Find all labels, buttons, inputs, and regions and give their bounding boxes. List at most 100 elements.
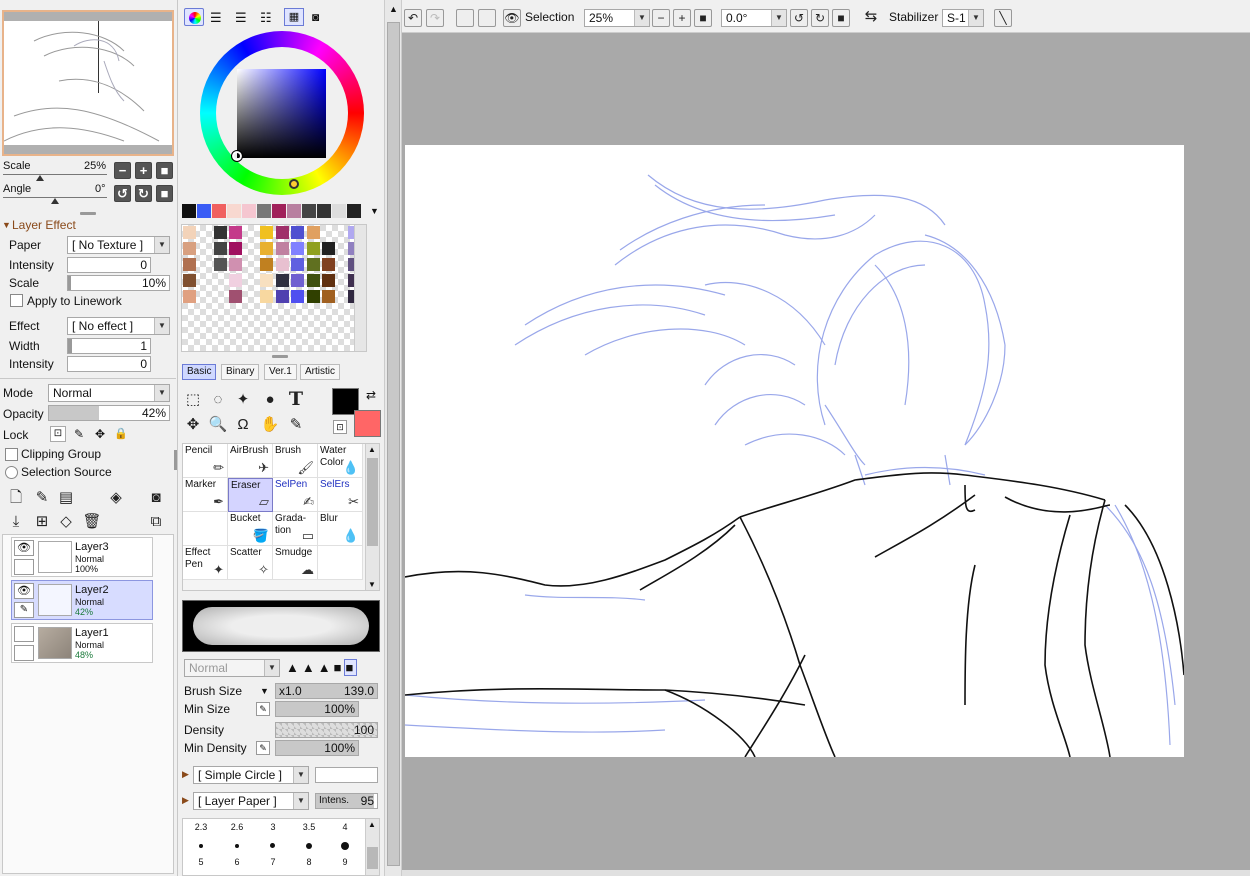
tools-scrollbar[interactable]: ▲ <box>384 0 402 876</box>
undo-button[interactable]: ↶ <box>404 9 422 27</box>
swatch[interactable] <box>227 204 241 218</box>
scale-effect-slider[interactable]: 10% <box>67 275 170 291</box>
move-tool-icon[interactable]: ✥ <box>183 415 203 435</box>
color-wheel[interactable] <box>200 31 364 195</box>
size-preset[interactable]: 2.6 <box>219 822 255 840</box>
rect-select-icon[interactable]: ⬚ <box>183 390 203 410</box>
canvas-hscrollbar[interactable] <box>402 870 1250 876</box>
tool-blur[interactable]: Blur 💧 <box>318 512 363 546</box>
tool-pencil[interactable]: Pencil ✏ <box>183 444 228 478</box>
density-slider[interactable]: 100 <box>275 722 378 738</box>
recent-colors-menu-icon[interactable]: ▼ <box>370 206 379 216</box>
panel-grip[interactable] <box>272 355 288 358</box>
toolbar-rotate-cw-button[interactable]: ↻ <box>811 9 829 27</box>
sv-cursor-icon[interactable] <box>231 150 243 162</box>
tool-airbrush[interactable]: AirBrush ✈ <box>228 444 273 478</box>
effect-select[interactable]: [ No effect ] ▼ <box>67 317 170 335</box>
shape-4-icon[interactable]: ■ <box>334 660 345 675</box>
secondary-color-swatch[interactable] <box>354 410 381 437</box>
eye-icon[interactable]: 👁 <box>14 583 34 599</box>
brush-size-slider[interactable]: x1.0 139.0 <box>275 683 378 699</box>
list-slider-icon[interactable]: ☷ <box>260 10 272 26</box>
swatch[interactable] <box>182 204 196 218</box>
intensity2-slider[interactable]: 0 <box>67 356 151 372</box>
tool-bucket[interactable]: Bucket 🪣 <box>228 512 273 546</box>
scroll-up-icon[interactable]: ▲ <box>389 4 398 14</box>
new-folder-icon[interactable]: ▤ <box>56 488 76 508</box>
tool-selpen[interactable]: SelPen ✍ <box>273 478 318 512</box>
shape-5-icon[interactable]: ■ <box>344 659 358 676</box>
merge-down-icon[interactable]: ⤓ <box>6 512 26 532</box>
brush-texture-select[interactable]: [ Layer Paper ] ▼ <box>193 792 309 810</box>
shape-2-icon[interactable]: ▲ <box>302 660 318 675</box>
zoom-in-button[interactable]: + <box>135 162 152 179</box>
selection-visibility-button[interactable]: 👁 <box>503 9 521 27</box>
swatch[interactable] <box>302 204 316 218</box>
lock-pen-icon[interactable]: ✎ <box>71 426 87 442</box>
brush-shape-selector[interactable]: ▲▲▲■■ <box>286 659 378 677</box>
deselect-button[interactable] <box>456 9 474 27</box>
saturation-value-square[interactable] <box>237 69 326 158</box>
navigator-preview[interactable] <box>2 10 174 156</box>
panel-splitter[interactable] <box>174 450 177 470</box>
swap-colors-icon[interactable]: ⇄ <box>366 388 376 402</box>
redo-button[interactable]: ↷ <box>426 9 444 27</box>
layer-lock-box[interactable] <box>14 645 34 661</box>
eyedropper-icon[interactable]: ✎ <box>286 415 306 435</box>
size-preset[interactable]: 6 <box>219 857 255 875</box>
invert-selection-button[interactable] <box>478 9 496 27</box>
layer-lock-box[interactable] <box>14 559 34 575</box>
pen-icon[interactable]: ✎ <box>14 602 34 618</box>
shape-expand-icon[interactable]: ▶ <box>182 769 189 780</box>
clipping-group-checkbox[interactable] <box>5 448 18 461</box>
rotate-tool-icon[interactable]: Ω <box>233 415 253 435</box>
zoom-select[interactable]: 25% ▼ <box>584 9 650 27</box>
color-wheel-mode-icon[interactable] <box>184 8 204 26</box>
layer-item-layer1[interactable]: Layer1 Normal 48% <box>11 623 153 663</box>
magic-wand-icon[interactable]: ✦ <box>233 390 253 410</box>
intensity-slider[interactable]: 0 <box>67 257 151 273</box>
size-preset[interactable]: 7 <box>255 857 291 875</box>
perspective-ruler-icon[interactable]: ◈ <box>106 488 126 508</box>
rotate-reset-button[interactable]: ■ <box>156 185 173 202</box>
flip-horizontal-button[interactable]: ⇆ <box>862 9 880 27</box>
trash-icon[interactable]: 🗑 <box>82 512 102 532</box>
apply-linework-checkbox[interactable] <box>10 294 23 307</box>
size-preset[interactable]: 2.3 <box>183 822 219 840</box>
tool-selers[interactable]: SelErs ✂ <box>318 478 363 512</box>
swatch-mode-icon[interactable]: ▦ <box>284 8 304 26</box>
opacity-slider[interactable]: 42% <box>48 405 170 421</box>
new-linework-layer-icon[interactable]: ✎ <box>32 488 52 508</box>
zoom-tool-icon[interactable]: 🔍 <box>208 415 228 435</box>
tool-brush[interactable]: Brush 🖌 <box>273 444 318 478</box>
size-preset[interactable]: 4 <box>327 822 363 840</box>
scroll-up-icon[interactable]: ▲ <box>368 445 376 454</box>
lock-move-icon[interactable]: ✥ <box>92 426 108 442</box>
tool-water-color[interactable]: Water Color 💧 <box>318 444 363 478</box>
tab-binary[interactable]: Binary <box>221 364 260 380</box>
size-preset[interactable]: 8 <box>291 857 327 875</box>
tool-marker[interactable]: Marker ✒ <box>183 478 228 512</box>
panel-grip[interactable] <box>80 212 96 215</box>
layer-mask-icon[interactable]: ◙ <box>146 488 166 508</box>
brush-shape-select[interactable]: [ Simple Circle ] ▼ <box>193 766 309 784</box>
rotation-select[interactable]: 0.0° ▼ <box>721 9 787 27</box>
visibility-box[interactable] <box>14 626 34 642</box>
canvas-paper[interactable] <box>405 145 1184 757</box>
swatch-grid[interactable] <box>181 224 367 352</box>
texture-expand-icon[interactable]: ▶ <box>182 795 189 806</box>
tool-eraser[interactable]: Eraser ▱ <box>228 478 273 512</box>
tool-effect-pen[interactable]: Effect Pen ✦ <box>183 546 228 580</box>
swatch[interactable] <box>242 204 256 218</box>
transparent-color-icon[interactable]: ⊡ <box>333 420 347 434</box>
size-preset[interactable]: 5 <box>183 857 219 875</box>
scale-slider-track[interactable] <box>3 174 107 175</box>
swatch[interactable] <box>317 204 331 218</box>
rotate-cw-button[interactable]: ↻ <box>135 185 152 202</box>
texture-intensity-slider[interactable]: Intens. 95 <box>315 793 378 809</box>
stabilizer-select[interactable]: S-1 ▼ <box>942 9 984 27</box>
scroll-up-icon[interactable]: ▲ <box>368 820 376 829</box>
toolbar-zoom-reset-button[interactable]: ■ <box>694 9 712 27</box>
hand-tool-icon[interactable]: ✋ <box>260 415 280 435</box>
swatch[interactable] <box>347 204 361 218</box>
